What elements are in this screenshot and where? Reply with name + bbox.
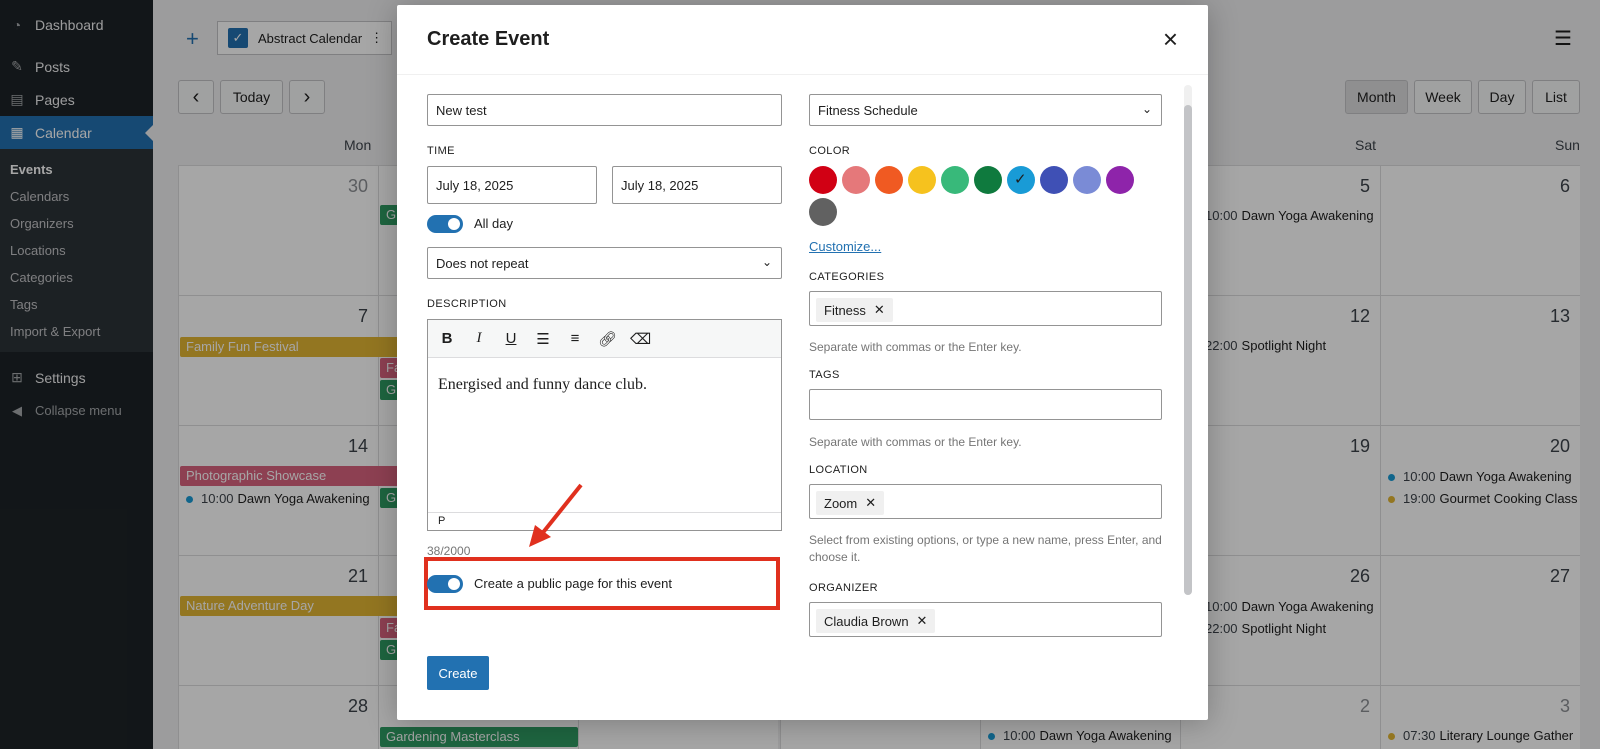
location-chip: Zoom ✕ [816, 491, 885, 515]
bullet-list-icon[interactable]: ☰ [534, 330, 552, 348]
description-label: DESCRIPTION [427, 298, 507, 310]
color-label: COLOR [809, 145, 851, 157]
char-count: 38/2000 [427, 544, 471, 558]
underline-icon[interactable]: U [502, 330, 520, 347]
eraser-icon[interactable]: ⌫ [630, 330, 651, 348]
location-help: Select from existing options, or type a … [809, 533, 1162, 564]
tags-input[interactable] [809, 389, 1162, 420]
organizer-chip: Claudia Brown ✕ [816, 609, 936, 633]
calendar-select-value: Fitness Schedule [818, 102, 918, 118]
color-swatch[interactable] [1073, 166, 1101, 194]
color-swatch[interactable] [908, 166, 936, 194]
modal-header: Create Event × [397, 5, 1208, 75]
color-swatch[interactable] [1007, 166, 1035, 194]
remove-icon[interactable]: ✕ [917, 613, 928, 629]
scrollbar-thumb[interactable] [1184, 105, 1192, 595]
end-date-input[interactable]: July 18, 2025 [612, 166, 782, 204]
tags-help: Separate with commas or the Enter key. [809, 435, 1022, 449]
start-date-input[interactable]: July 18, 2025 [427, 166, 597, 204]
location-input[interactable]: Zoom ✕ [809, 484, 1162, 519]
link-icon[interactable]: 🔗︎ [598, 330, 617, 348]
customize-link[interactable]: Customize... [809, 239, 881, 254]
editor-path: P [428, 512, 781, 530]
annotation-arrow-icon [529, 483, 583, 547]
all-day-label: All day [474, 216, 514, 231]
color-swatch[interactable] [1106, 166, 1134, 194]
chevron-down-icon: ⌄ [761, 255, 772, 269]
all-day-toggle[interactable] [427, 215, 463, 233]
event-title-input[interactable]: New test [427, 94, 782, 126]
close-icon[interactable]: × [1163, 24, 1178, 55]
color-swatch[interactable] [809, 166, 837, 194]
numbered-list-icon[interactable]: ≡ [566, 330, 584, 347]
categories-help: Separate with commas or the Enter key. [809, 340, 1022, 354]
italic-icon[interactable]: I [470, 330, 488, 347]
create-event-modal: Create Event × New test TIME July 18, 20… [397, 5, 1208, 720]
remove-icon[interactable]: ✕ [874, 302, 885, 318]
modal-title: Create Event [427, 28, 550, 50]
create-button[interactable]: Create [427, 656, 489, 690]
calendar-select[interactable]: Fitness Schedule ⌄ [809, 94, 1162, 126]
remove-icon[interactable]: ✕ [865, 495, 876, 511]
organizer-label: ORGANIZER [809, 582, 878, 594]
repeat-value: Does not repeat [436, 255, 529, 271]
location-label: LOCATION [809, 464, 868, 476]
organizer-input[interactable]: Claudia Brown ✕ [809, 602, 1162, 637]
editor-content[interactable]: Energised and funny dance club. [428, 358, 781, 412]
tags-label: TAGS [809, 369, 840, 381]
description-editor[interactable]: B I U ☰ ≡ 🔗︎ ⌫ Energised and funny dance… [427, 319, 782, 531]
color-swatch[interactable] [1040, 166, 1068, 194]
categories-input[interactable]: Fitness ✕ [809, 291, 1162, 326]
repeat-select[interactable]: Does not repeat ⌄ [427, 247, 782, 279]
public-page-label: Create a public page for this event [474, 576, 673, 591]
color-swatch[interactable] [809, 198, 837, 226]
editor-toolbar: B I U ☰ ≡ 🔗︎ ⌫ [428, 320, 781, 358]
color-swatch[interactable] [974, 166, 1002, 194]
categories-label: CATEGORIES [809, 271, 885, 283]
color-swatch[interactable] [842, 166, 870, 194]
public-page-toggle[interactable] [427, 575, 463, 593]
bold-icon[interactable]: B [438, 330, 456, 347]
color-swatch[interactable] [941, 166, 969, 194]
category-chip: Fitness ✕ [816, 298, 893, 322]
color-swatch[interactable] [875, 166, 903, 194]
chevron-down-icon: ⌄ [1141, 102, 1152, 116]
time-label: TIME [427, 145, 455, 157]
